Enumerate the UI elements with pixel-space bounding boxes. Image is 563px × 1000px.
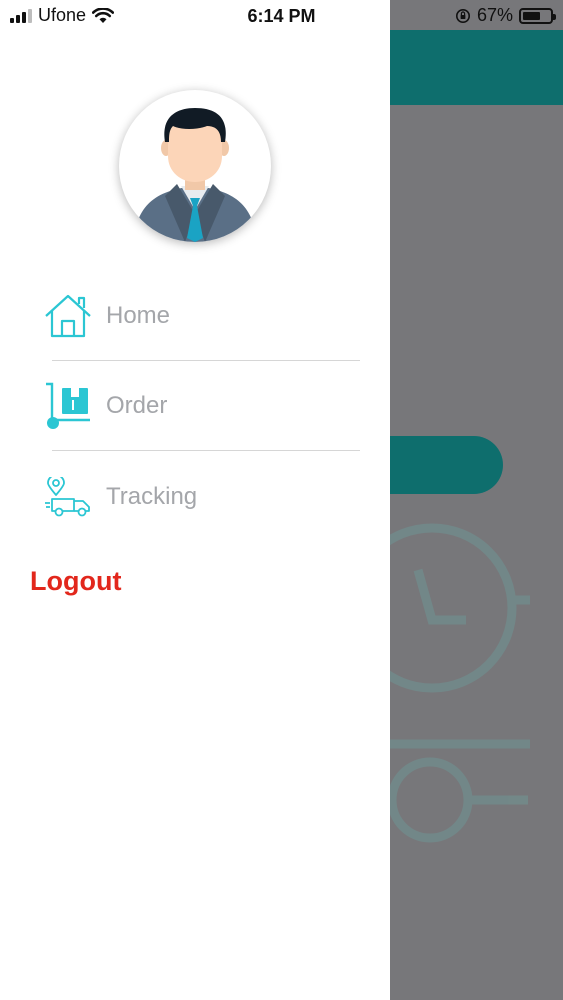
menu-item-order[interactable]: Order [0, 366, 390, 446]
orientation-lock-icon [455, 8, 470, 23]
status-bar: Ufone 6:14 PM 67% [0, 0, 563, 30]
background-illustration [370, 523, 530, 843]
logout-button[interactable]: Logout [30, 566, 121, 597]
user-avatar[interactable] [119, 90, 271, 242]
home-icon [44, 292, 92, 340]
battery-percent: 67% [476, 5, 513, 25]
side-drawer: Home Order Tracking Logout [0, 0, 390, 1000]
menu-divider [52, 360, 360, 361]
battery-icon [519, 7, 556, 24]
menu-item-tracking[interactable]: Tracking [0, 457, 390, 537]
menu-divider [52, 450, 360, 451]
user-avatar-icon [133, 108, 257, 242]
menu-label-home: Home [106, 302, 171, 329]
menu-item-home[interactable]: Home [0, 276, 390, 356]
order-cart-icon [44, 382, 92, 430]
tracking-truck-icon [44, 473, 92, 521]
menu-label-order: Order [106, 392, 168, 419]
menu-label-tracking: Tracking [106, 483, 198, 510]
